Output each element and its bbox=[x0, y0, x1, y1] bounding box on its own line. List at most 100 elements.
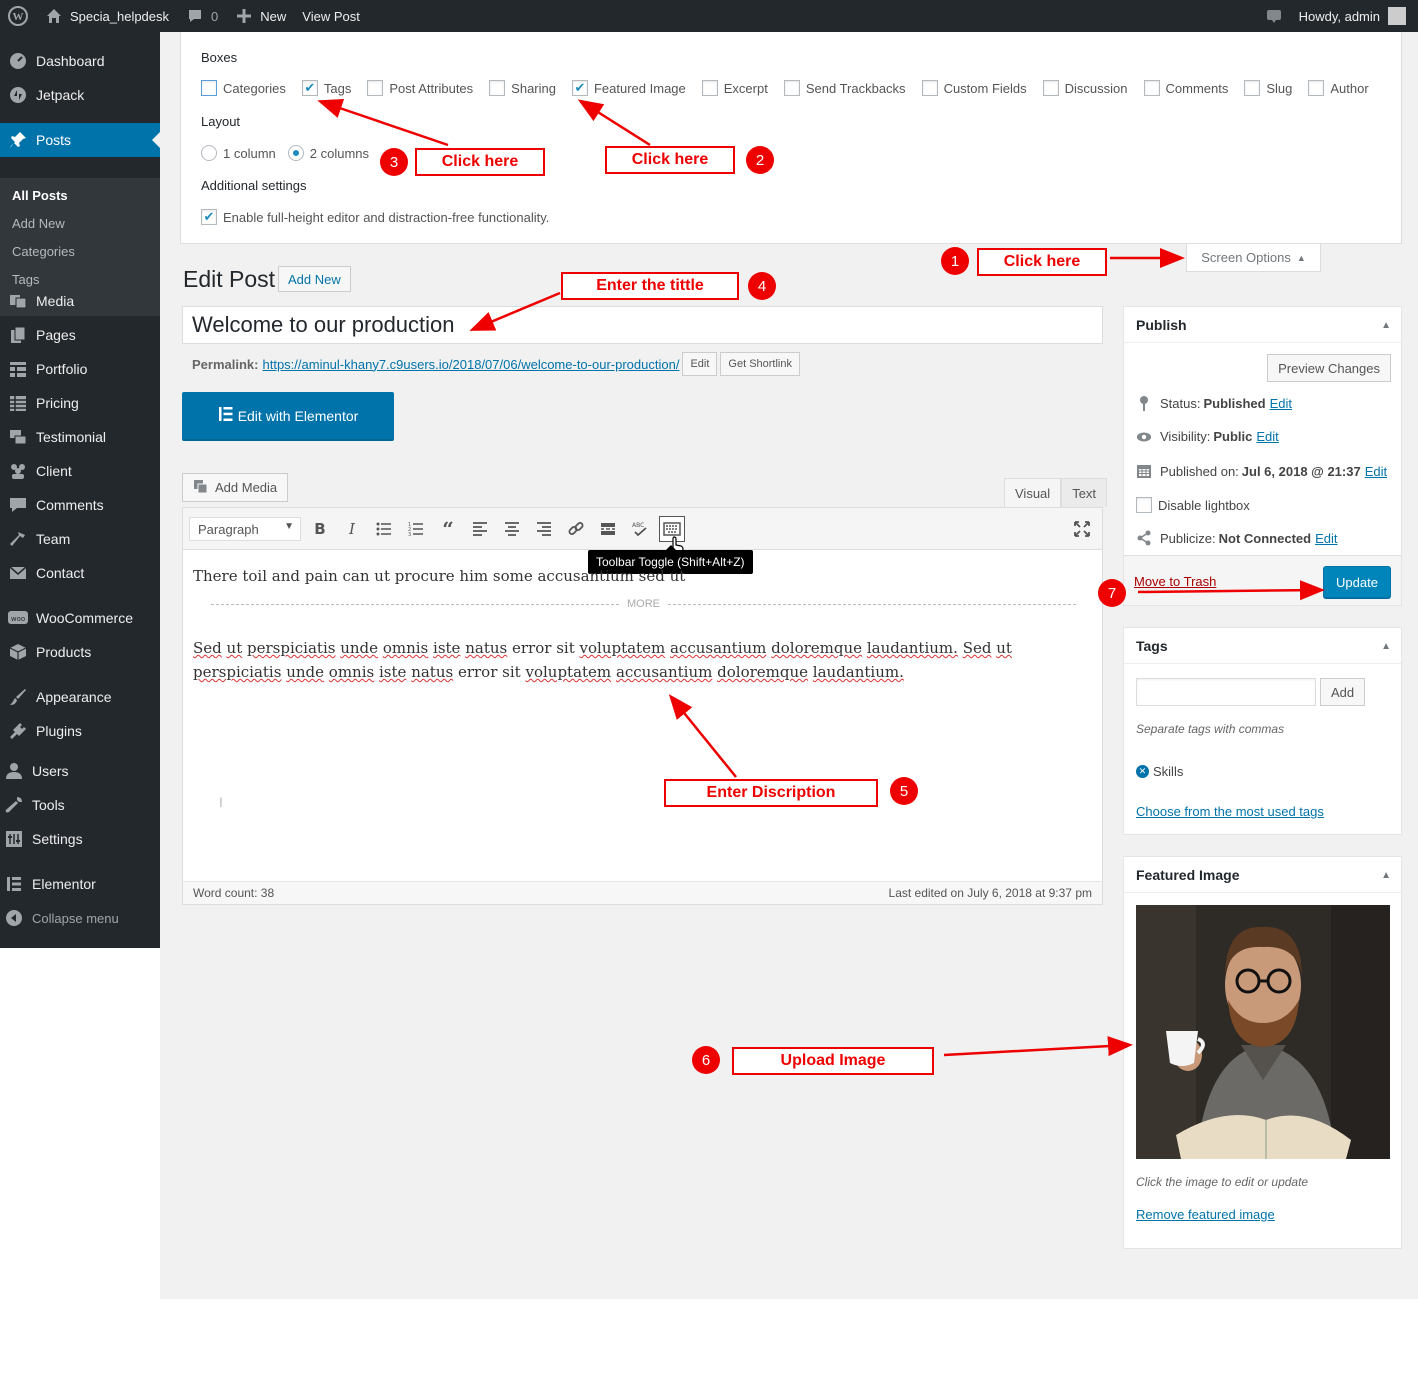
get-shortlink-button[interactable]: Get Shortlink bbox=[720, 352, 800, 376]
link-icon[interactable] bbox=[563, 516, 589, 542]
site-name-link[interactable]: Specia_helpdesk bbox=[36, 0, 177, 32]
featured-image-box-header[interactable]: Featured Image ▲ bbox=[1124, 857, 1401, 893]
checkbox-sharing[interactable] bbox=[489, 80, 506, 96]
permalink-link[interactable]: https://aminul-khany7.c9users.io/2018/07… bbox=[262, 357, 679, 372]
checkbox-author[interactable] bbox=[1308, 80, 1325, 96]
comments-link[interactable]: 0 bbox=[177, 0, 226, 32]
permalink-edit-button[interactable]: Edit bbox=[682, 352, 718, 376]
new-content-link[interactable]: New bbox=[226, 0, 294, 32]
checkbox-categories[interactable] bbox=[201, 80, 217, 96]
published-edit-link[interactable]: Edit bbox=[1365, 464, 1387, 479]
new-tag-input[interactable] bbox=[1136, 678, 1316, 706]
format-select[interactable]: Paragraph ▼ bbox=[189, 517, 301, 541]
sidebar-item-portfolio[interactable]: Portfolio bbox=[0, 352, 160, 386]
choose-most-used-tags-link[interactable]: Choose from the most used tags bbox=[1136, 804, 1324, 819]
checkbox-custom-fields[interactable] bbox=[921, 80, 938, 96]
editor-body[interactable]: There toil and pain can ut procure him s… bbox=[193, 564, 1088, 684]
sidebar-item-contact[interactable]: Contact bbox=[0, 556, 160, 590]
add-tag-button[interactable]: Add bbox=[1320, 678, 1366, 706]
sidebar-item-label: Jetpack bbox=[36, 87, 85, 103]
checkbox-discussion[interactable] bbox=[1042, 80, 1059, 96]
sidebar-item-products[interactable]: Products bbox=[0, 635, 160, 669]
italic-icon[interactable]: I bbox=[339, 516, 365, 542]
checkbox-featured-image[interactable]: ✔ bbox=[571, 80, 588, 96]
submenu-add-new[interactable]: Add New bbox=[12, 216, 65, 231]
fullscreen-icon[interactable] bbox=[1069, 516, 1095, 542]
sidebar-item-label: Elementor bbox=[32, 876, 96, 892]
bold-icon[interactable]: B bbox=[307, 516, 333, 542]
sidebar-item-client[interactable]: Client bbox=[0, 454, 160, 488]
move-to-trash-link[interactable]: Move to Trash bbox=[1134, 574, 1216, 589]
visibility-edit-link[interactable]: Edit bbox=[1256, 429, 1278, 444]
radio-2-columns[interactable] bbox=[287, 145, 304, 161]
sidebar-item-comments[interactable]: Comments bbox=[0, 488, 160, 522]
checkbox-excerpt[interactable] bbox=[701, 80, 718, 96]
checkbox-full-height-editor[interactable]: ✔ bbox=[201, 209, 217, 225]
sidebar-item-label: Settings bbox=[32, 831, 83, 847]
edit-with-elementor-button[interactable]: Edit with Elementor bbox=[182, 392, 394, 439]
notifications-icon[interactable] bbox=[1257, 0, 1291, 32]
sidebar-item-label: Users bbox=[32, 763, 69, 779]
tags-box-header[interactable]: Tags ▲ bbox=[1124, 628, 1401, 664]
featured-image[interactable] bbox=[1136, 905, 1390, 1159]
sidebar-item-settings[interactable]: Settings bbox=[0, 822, 160, 856]
sidebar-item-media[interactable]: Media bbox=[0, 284, 160, 318]
collapse-menu-button[interactable]: Collapse menu bbox=[0, 901, 160, 935]
preview-changes-button[interactable]: Preview Changes bbox=[1267, 354, 1391, 382]
submenu-categories[interactable]: Categories bbox=[12, 244, 75, 259]
sidebar-item-pages[interactable]: Pages bbox=[0, 318, 160, 352]
sidebar-item-pricing[interactable]: Pricing bbox=[0, 386, 160, 420]
checkbox-slug[interactable] bbox=[1244, 80, 1261, 96]
align-left-icon[interactable] bbox=[467, 516, 493, 542]
checkbox-post-attributes[interactable] bbox=[367, 80, 384, 96]
checkbox-disable-lightbox[interactable] bbox=[1136, 497, 1152, 513]
sidebar-item-plugins[interactable]: Plugins bbox=[0, 714, 160, 748]
sidebar-item-woocommerce[interactable]: woo WooCommerce bbox=[0, 601, 160, 635]
tab-text[interactable]: Text bbox=[1061, 478, 1108, 507]
status-edit-link[interactable]: Edit bbox=[1270, 396, 1292, 411]
checkbox-send-trackbacks[interactable] bbox=[783, 80, 800, 96]
grid-icon bbox=[8, 359, 28, 379]
spellcheck-icon[interactable]: ABC bbox=[627, 516, 653, 542]
checkbox-comments[interactable] bbox=[1143, 80, 1160, 96]
remove-tag-icon[interactable]: ✕ bbox=[1136, 765, 1149, 778]
remove-featured-image-link[interactable]: Remove featured image bbox=[1136, 1207, 1275, 1222]
sidebar-item-tools[interactable]: Tools bbox=[0, 788, 160, 822]
view-post-link[interactable]: View Post bbox=[294, 0, 368, 32]
align-center-icon[interactable] bbox=[499, 516, 525, 542]
sidebar-item-users[interactable]: Users bbox=[0, 754, 160, 788]
sidebar-item-dashboard[interactable]: Dashboard bbox=[0, 44, 160, 78]
sidebar-item-jetpack[interactable]: Jetpack bbox=[0, 78, 160, 112]
update-button[interactable]: Update bbox=[1323, 566, 1391, 598]
bullet-list-icon[interactable] bbox=[371, 516, 397, 542]
caret-up-icon[interactable]: ▲ bbox=[1381, 641, 1391, 652]
blockquote-icon[interactable]: “ bbox=[435, 516, 461, 542]
post-title-input[interactable]: Welcome to our production bbox=[182, 306, 1103, 344]
wordpress-logo-icon[interactable]: W bbox=[0, 0, 36, 32]
sidebar-item-team[interactable]: Team bbox=[0, 522, 160, 556]
publicize-edit-link[interactable]: Edit bbox=[1315, 531, 1337, 546]
visibility-row: Visibility: Public Edit bbox=[1136, 429, 1279, 444]
add-new-button[interactable]: Add New bbox=[278, 266, 351, 292]
read-more-icon[interactable] bbox=[595, 516, 621, 542]
submenu-all-posts[interactable]: All Posts bbox=[12, 188, 68, 203]
sidebar-item-testimonial[interactable]: Testimonial bbox=[0, 420, 160, 454]
permalink-row: Permalink: https://aminul-khany7.c9users… bbox=[192, 352, 800, 376]
sidebar-item-elementor[interactable]: Elementor bbox=[0, 867, 160, 901]
account-menu[interactable]: Howdy, admin bbox=[1291, 0, 1418, 32]
align-right-icon[interactable] bbox=[531, 516, 557, 542]
checkbox-tags[interactable]: ✔ bbox=[301, 80, 318, 96]
publish-box-header[interactable]: Publish ▲ bbox=[1124, 307, 1401, 343]
sidebar-item-posts[interactable]: Posts bbox=[0, 123, 160, 157]
numbered-list-icon[interactable]: 123 bbox=[403, 516, 429, 542]
radio-1-column[interactable] bbox=[201, 145, 217, 161]
caret-up-icon[interactable]: ▲ bbox=[1381, 870, 1391, 881]
add-tag-label: Add bbox=[1331, 684, 1355, 700]
tab-visual[interactable]: Visual bbox=[1004, 478, 1062, 507]
published-value: Jul 6, 2018 @ 21:37 bbox=[1241, 463, 1361, 479]
sidebar-item-appearance[interactable]: Appearance bbox=[0, 680, 160, 714]
add-media-button[interactable]: Add Media bbox=[182, 473, 289, 502]
caret-up-icon[interactable]: ▲ bbox=[1381, 320, 1391, 331]
eye-icon bbox=[1136, 431, 1152, 443]
screen-options-toggle[interactable]: Screen Options ▲ bbox=[1186, 244, 1321, 272]
